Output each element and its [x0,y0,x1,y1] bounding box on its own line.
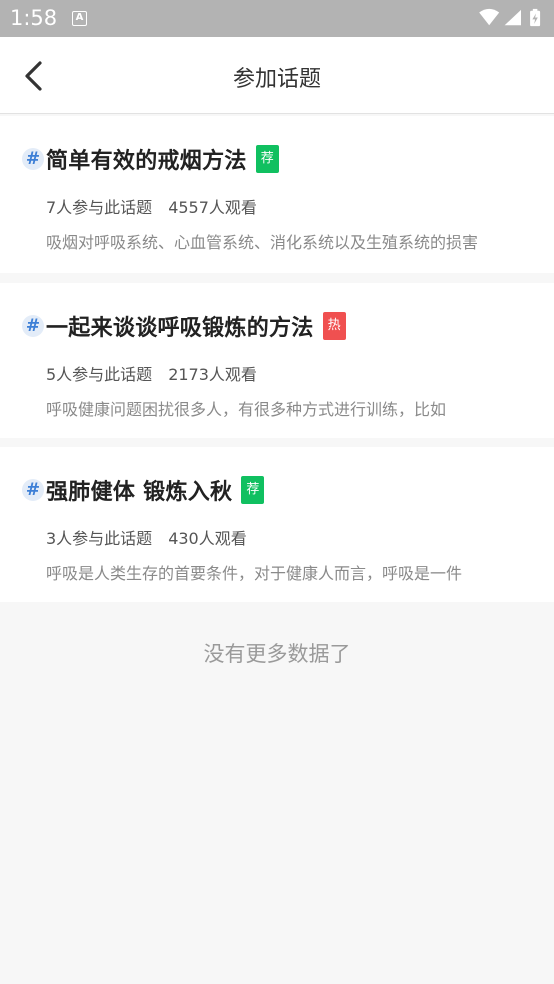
topic-card[interactable]: # 一起来谈谈呼吸锻炼的方法 热 5人参与此话题 2173人观看 呼吸健康问题困扰… [0,283,554,438]
topic-card[interactable]: # 强肺健体 锻炼入秋 荐 3人参与此话题 430人观看 呼吸是人类生存的首要条件… [0,447,554,602]
notification-icon: A [72,11,87,26]
view-count: 2173人观看 [168,365,257,384]
no-more-data-text: 没有更多数据了 [203,642,351,666]
participant-count: 3人参与此话题 [46,529,153,548]
signal-icon [504,9,521,26]
topic-title-row: # 简单有效的戒烟方法 荐 [22,144,279,174]
hashtag-icon: # [22,148,44,170]
hashtag-icon: # [22,479,44,501]
status-time: 1:58 [10,6,58,30]
topic-description: 呼吸是人类生存的首要条件，对于健康人而言，呼吸是一件 [46,564,463,583]
participant-count: 5人参与此话题 [46,365,153,384]
wifi-icon [479,8,500,26]
topic-stats: 3人参与此话题 430人观看 [46,525,247,549]
topic-description: 呼吸健康问题困扰很多人，有很多种方式进行训练，比如 [46,400,447,419]
battery-charging-icon [530,8,541,27]
topic-card[interactable]: # 简单有效的戒烟方法 荐 7人参与此话题 4557人观看 吸烟对呼吸系统、心血管… [0,116,554,273]
status-icons [479,8,541,27]
hot-badge: 热 [322,312,346,340]
topic-title-row: # 一起来谈谈呼吸锻炼的方法 热 [22,311,346,341]
view-count: 430人观看 [168,529,247,548]
status-bar: 1:58 A [0,0,554,37]
hashtag-icon: # [22,315,44,337]
topic-stats: 5人参与此话题 2173人观看 [46,361,257,385]
topic-title: 简单有效的戒烟方法 [46,149,247,174]
recommend-badge: 荐 [241,476,265,504]
topic-title: 一起来谈谈呼吸锻炼的方法 [46,316,314,341]
topic-title: 强肺健体 锻炼入秋 [46,480,233,505]
header: 参加话题 [0,37,554,114]
participant-count: 7人参与此话题 [46,198,153,217]
page-title: 参加话题 [232,67,321,92]
topic-stats: 7人参与此话题 4557人观看 [46,194,257,218]
recommend-badge: 荐 [255,145,279,173]
topic-title-row: # 强肺健体 锻炼入秋 荐 [22,475,265,505]
topic-description: 吸烟对呼吸系统、心血管系统、消化系统以及生殖系统的损害 [46,233,479,252]
view-count: 4557人观看 [168,198,257,217]
